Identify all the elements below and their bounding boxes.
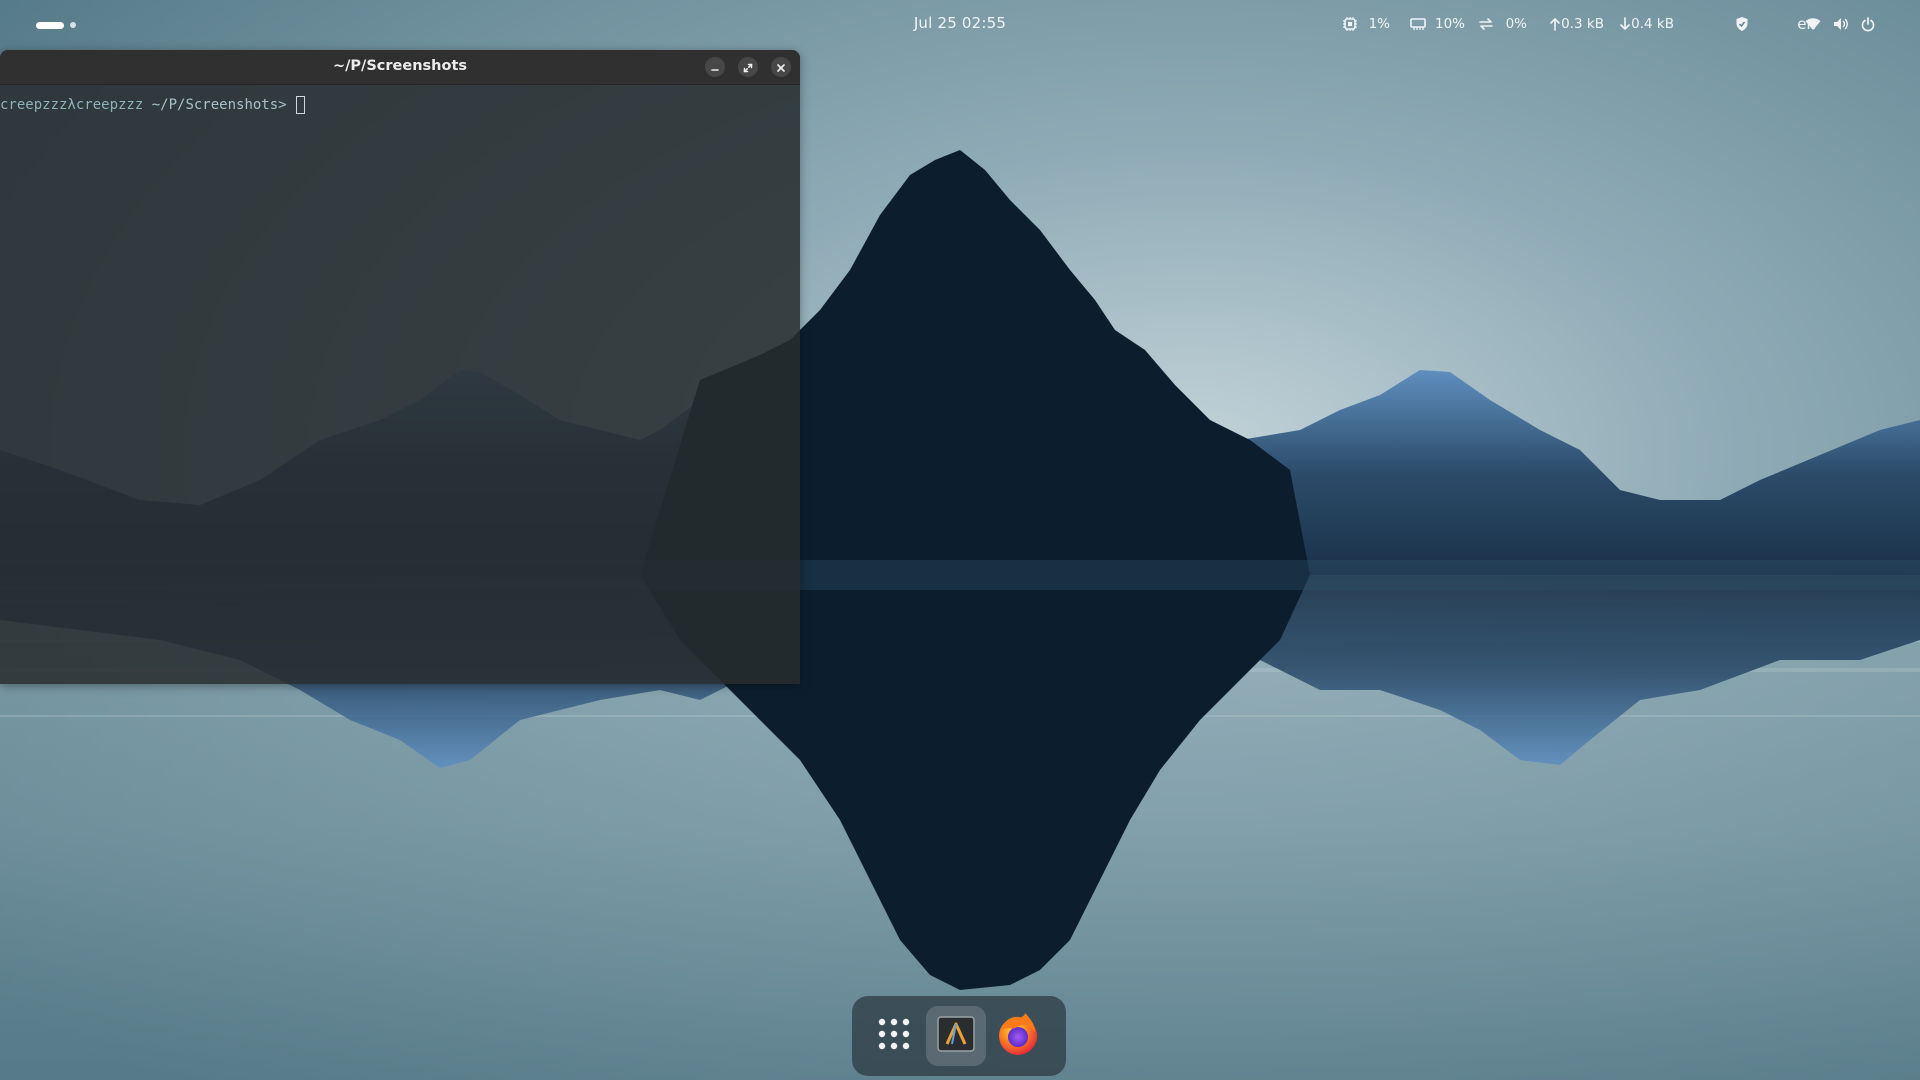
cpu-indicator[interactable]: 1% [1342,12,1390,36]
maximize-button[interactable] [738,57,758,77]
download-rate: 0.4 kB [1631,16,1674,32]
close-button[interactable] [771,57,791,77]
download-indicator[interactable]: 0.4 kB [1620,12,1674,36]
dock [852,996,1066,1076]
text-cursor [295,96,305,114]
minimize-button[interactable] [705,57,725,77]
window-title: ~/P/Screenshots [332,58,468,74]
terminal-titlebar[interactable]: ~/P/Screenshots [0,50,800,85]
firefox-icon [995,1011,1041,1061]
minimize-icon [710,58,720,77]
close-icon [776,58,786,77]
workspace-dot[interactable] [70,22,76,28]
cpu-usage: 1% [1368,16,1390,32]
swap-usage: 0% [1505,16,1527,32]
memory-usage: 10% [1434,16,1465,32]
volume-icon [1833,17,1849,31]
cpu-icon [1342,16,1358,32]
terminal-window[interactable]: ~/P/Screenshots creepzzzλcreepzzz ~/P/Sc… [0,50,800,684]
terminal-dock-item[interactable] [926,1006,986,1066]
prompt-line[interactable]: creepzzzλcreepzzz ~/P/Screenshots> [0,96,305,114]
show-applications-button[interactable] [864,1006,924,1066]
upload-arrow-icon [1550,17,1560,31]
prompt-path: ~/P/Screenshots> [143,97,287,113]
status-menu[interactable] [1805,12,1875,36]
memory-indicator[interactable]: 10% [1410,12,1465,36]
app-grid-icon [877,1017,911,1055]
top-panel: Jul 25 02:55 1% 10% 0% 0.3 kB 0.4 kB en [0,0,1920,48]
power-icon [1861,16,1875,32]
upload-indicator[interactable]: 0.3 kB [1550,12,1604,36]
workspace-indicator[interactable] [36,21,76,29]
download-arrow-icon [1620,17,1630,31]
wifi-icon [1805,17,1821,31]
active-workspace-dot[interactable] [36,21,64,29]
swap-icon [1478,17,1494,31]
upload-rate: 0.3 kB [1561,16,1604,32]
security-indicator[interactable] [1735,12,1749,36]
maximize-icon [743,58,753,77]
swap-indicator[interactable]: 0% [1478,12,1527,36]
terminal-icon [936,1014,976,1058]
firefox-dock-item[interactable] [988,1006,1048,1066]
shield-icon [1735,16,1749,32]
prompt-user: creepzzzλcreepzzz [0,97,144,113]
memory-icon [1410,17,1426,31]
clock[interactable]: Jul 25 02:55 [914,14,1006,32]
